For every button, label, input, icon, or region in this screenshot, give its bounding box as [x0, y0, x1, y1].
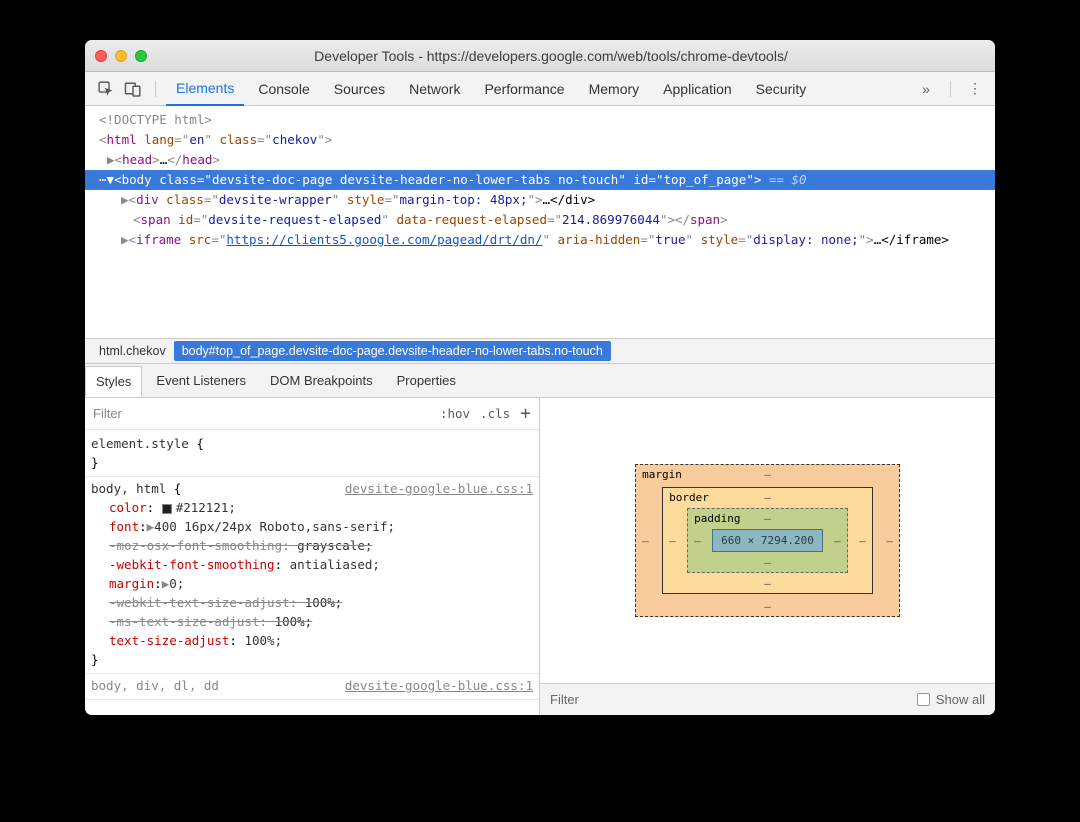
css-declaration[interactable]: margin:▶0; [109, 574, 533, 593]
styles-filter-input[interactable]: Filter [93, 406, 440, 421]
css-declaration[interactable]: font:▶400 16px/24px Roboto,sans-serif; [109, 517, 533, 536]
rule-source-link[interactable]: devsite-google-blue.css:1 [345, 676, 533, 695]
css-declaration[interactable]: -webkit-text-size-adjust: 100%; [109, 593, 533, 612]
overflow-tabs-icon[interactable]: » [914, 77, 938, 101]
more-menu-icon[interactable]: ⋮ [963, 77, 987, 101]
expand-icon[interactable]: ▶ [121, 192, 129, 207]
styles-pane: Filter :hov .cls + element.style { } dev… [85, 398, 540, 715]
box-content-size[interactable]: 660 × 7294.200 [712, 529, 823, 552]
collapse-icon[interactable]: ▼ [107, 172, 115, 187]
breadcrumb-item[interactable]: html.chekov [91, 341, 174, 361]
dom-node[interactable]: ▶<iframe src="https://clients5.google.co… [85, 230, 995, 250]
new-rule-button[interactable]: + [520, 403, 531, 424]
dom-node[interactable]: ▶<div class="devsite-wrapper" style="mar… [85, 190, 995, 210]
styles-subtabs: Styles Event Listeners DOM Breakpoints P… [85, 364, 995, 398]
lower-panes: Filter :hov .cls + element.style { } dev… [85, 398, 995, 715]
show-all-label: Show all [936, 692, 985, 707]
style-rule[interactable]: devsite-google-blue.css:1 body, html { c… [85, 477, 539, 674]
dom-node-selected[interactable]: ⋯▼<body class="devsite-doc-page devsite-… [85, 170, 995, 190]
expand-icon[interactable]: ▶ [121, 232, 129, 247]
padding-label: padding [694, 512, 740, 525]
padding-left-value[interactable]: – [694, 534, 701, 547]
padding-bottom-value[interactable]: – [764, 556, 771, 569]
css-declaration[interactable]: -moz-osx-font-smoothing: grayscale; [109, 536, 533, 555]
computed-filter-input[interactable]: Filter [550, 692, 579, 707]
toolbar-separator [950, 81, 951, 97]
style-rule[interactable]: devsite-google-blue.css:1 body, div, dl,… [85, 674, 539, 700]
styles-list[interactable]: element.style { } devsite-google-blue.cs… [85, 430, 539, 715]
margin-label: margin [642, 468, 682, 481]
cls-toggle[interactable]: .cls [480, 406, 510, 421]
devtools-window: Developer Tools - https://developers.goo… [85, 40, 995, 715]
border-bottom-value[interactable]: – [764, 577, 771, 590]
box-model-pane: margin – – – – border – – – – padding [540, 398, 995, 715]
rule-selector: element.style [91, 436, 189, 451]
dom-node[interactable]: ▶<head>…</head> [85, 150, 995, 170]
padding-right-value[interactable]: – [834, 534, 841, 547]
iframe-src-link[interactable]: https://clients5.google.com/pagead/drt/d… [226, 232, 542, 247]
device-toggle-icon[interactable] [121, 77, 145, 101]
box-margin[interactable]: margin – – – – border – – – – padding [635, 464, 900, 617]
css-declaration[interactable]: text-size-adjust: 100%; [109, 631, 533, 650]
rule-source-link[interactable]: devsite-google-blue.css:1 [345, 479, 533, 498]
color-swatch-icon[interactable] [162, 504, 172, 514]
margin-top-value[interactable]: – [764, 468, 771, 481]
window-title: Developer Tools - https://developers.goo… [117, 48, 985, 64]
console-hint: == $0 [761, 172, 806, 187]
tab-elements[interactable]: Elements [166, 72, 244, 106]
border-top-value[interactable]: – [764, 491, 771, 504]
window-titlebar: Developer Tools - https://developers.goo… [85, 40, 995, 72]
tab-performance[interactable]: Performance [474, 72, 574, 106]
css-declaration[interactable]: -webkit-font-smoothing: antialiased; [109, 555, 533, 574]
tab-network[interactable]: Network [399, 72, 470, 106]
rule-selector: body, div, dl, dd [91, 678, 219, 693]
box-model-diagram[interactable]: margin – – – – border – – – – padding [540, 398, 995, 683]
toolbar-separator [155, 81, 156, 97]
subtab-dom-breakpoints[interactable]: DOM Breakpoints [260, 366, 383, 395]
margin-left-value[interactable]: – [642, 534, 649, 547]
tab-console[interactable]: Console [248, 72, 319, 106]
ellipsis-icon[interactable]: ⋯ [99, 172, 107, 187]
tab-sources[interactable]: Sources [324, 72, 395, 106]
devtools-toolbar: Elements Console Sources Network Perform… [85, 72, 995, 106]
rule-selector: body, html [91, 481, 166, 496]
doctype: <!DOCTYPE html> [99, 112, 212, 127]
tab-application[interactable]: Application [653, 72, 742, 106]
subtab-styles[interactable]: Styles [85, 366, 142, 397]
show-all-checkbox[interactable] [917, 693, 930, 706]
close-window-button[interactable] [95, 50, 107, 62]
border-label: border [669, 491, 709, 504]
css-declaration[interactable]: color: #212121; [109, 498, 533, 517]
breadcrumb: html.chekov body#top_of_page.devsite-doc… [85, 338, 995, 364]
dom-tree[interactable]: <!DOCTYPE html> <html lang="en" class="c… [85, 106, 995, 338]
dom-node[interactable]: <html lang="en" class="chekov"> [85, 130, 995, 150]
tab-security[interactable]: Security [746, 72, 817, 106]
dom-node[interactable]: <!DOCTYPE html> [85, 110, 995, 130]
inspect-icon[interactable] [93, 77, 117, 101]
box-padding[interactable]: padding – – – – 660 × 7294.200 [687, 508, 848, 573]
padding-top-value[interactable]: – [764, 512, 771, 525]
computed-filter-row: Filter Show all [540, 683, 995, 715]
border-left-value[interactable]: – [669, 534, 676, 547]
border-right-value[interactable]: – [859, 534, 866, 547]
css-declaration[interactable]: -ms-text-size-adjust: 100%; [109, 612, 533, 631]
subtab-event-listeners[interactable]: Event Listeners [146, 366, 256, 395]
box-border[interactable]: border – – – – padding – – – – 66 [662, 487, 873, 594]
margin-bottom-value[interactable]: – [764, 600, 771, 613]
expand-icon[interactable]: ▶ [107, 152, 115, 167]
subtab-properties[interactable]: Properties [387, 366, 466, 395]
tab-memory[interactable]: Memory [579, 72, 650, 106]
styles-filter-row: Filter :hov .cls + [85, 398, 539, 430]
hov-toggle[interactable]: :hov [440, 406, 470, 421]
breadcrumb-item-selected[interactable]: body#top_of_page.devsite-doc-page.devsit… [174, 341, 611, 361]
style-rule[interactable]: element.style { } [85, 432, 539, 477]
dom-node[interactable]: <span id="devsite-request-elapsed" data-… [85, 210, 995, 230]
margin-right-value[interactable]: – [886, 534, 893, 547]
